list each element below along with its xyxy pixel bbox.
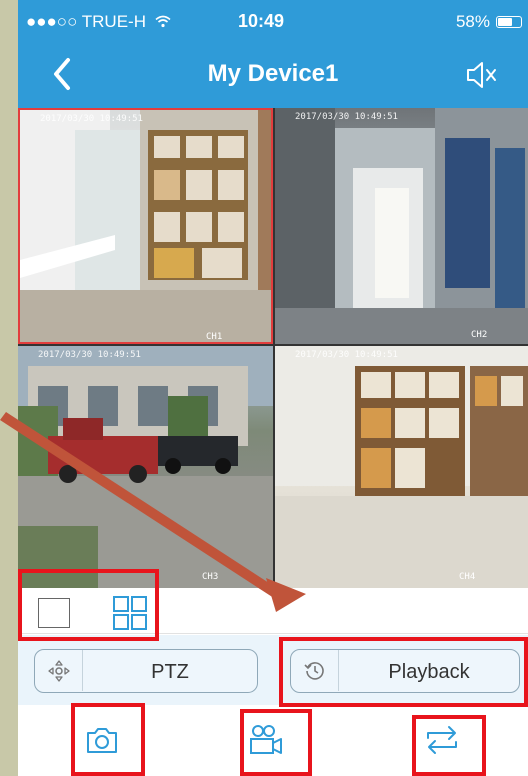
camera-feed-1: [20, 110, 271, 342]
action-bar: [18, 706, 528, 776]
navigation-bar: My Device1: [18, 42, 528, 108]
ptz-icon-cell: [35, 650, 83, 691]
audio-toggle-button[interactable]: [462, 58, 502, 92]
page-title: My Device1: [207, 60, 339, 87]
battery-percent: 58%: [455, 12, 490, 31]
camera-timestamp: 2017/03/30 10:49:51: [295, 350, 398, 360]
playback-label: Playback: [388, 661, 470, 683]
ptz-direction-icon: [47, 659, 70, 682]
camera-channel-label: CH2: [471, 330, 488, 340]
camera-tile-3[interactable]: 2017/03/30 10:49:51 CH3: [18, 346, 273, 588]
camera-tile-1[interactable]: 2017/03/30 10:49:51 CH1: [18, 108, 273, 344]
ptz-label: PTZ: [151, 661, 189, 683]
camera-timestamp: 2017/03/30 10:49:51: [38, 350, 141, 360]
speaker-muted-icon: [467, 62, 496, 88]
layout-toolbar: [18, 588, 528, 634]
quad-view-button[interactable]: [113, 596, 147, 630]
switch-stream-icon: [427, 726, 457, 754]
playback-icon-cell: [291, 650, 339, 691]
camera-tile-2[interactable]: 2017/03/30 10:49:51 CH2: [275, 108, 528, 344]
record-button[interactable]: [246, 720, 286, 760]
control-bar: PTZ Playback: [18, 635, 528, 705]
camera-channel-label: CH1: [206, 332, 223, 342]
camera-grid: 2017/03/30 10:49:51 CH1 2017/03/30 10:49…: [18, 108, 528, 588]
battery-icon: [496, 16, 522, 28]
camera-channel-label: CH3: [202, 572, 219, 582]
camera-feed-4: [275, 346, 528, 588]
wifi-icon: [155, 15, 171, 28]
clock: 10:49: [238, 11, 285, 31]
playback-button[interactable]: Playback: [290, 649, 520, 693]
camera-feed-2: [275, 108, 528, 344]
camera-channel-label: CH4: [459, 572, 476, 582]
camera-feed-3: [18, 346, 273, 588]
switch-stream-button[interactable]: [422, 720, 462, 760]
camera-timestamp: 2017/03/30 10:49:51: [295, 112, 398, 122]
camera-tile-4[interactable]: 2017/03/30 10:49:51 CH4: [275, 346, 528, 588]
history-icon: [303, 661, 324, 680]
ptz-button[interactable]: PTZ: [34, 649, 258, 693]
quad-view-icon: [113, 596, 147, 630]
camera-icon: [87, 728, 117, 753]
video-record-icon: [250, 725, 282, 754]
camera-timestamp: 2017/03/30 10:49:51: [40, 114, 143, 124]
snapshot-button[interactable]: [82, 720, 122, 760]
app-screen: ●●●○○ TRUE-H 10:49 58% My Device1 2017/0…: [18, 0, 528, 776]
battery-status: 58%: [456, 12, 522, 32]
status-bar: ●●●○○ TRUE-H 10:49 58%: [18, 0, 528, 42]
single-view-button[interactable]: [38, 598, 70, 628]
carrier-label: ●●●○○ TRUE-H: [26, 12, 171, 32]
